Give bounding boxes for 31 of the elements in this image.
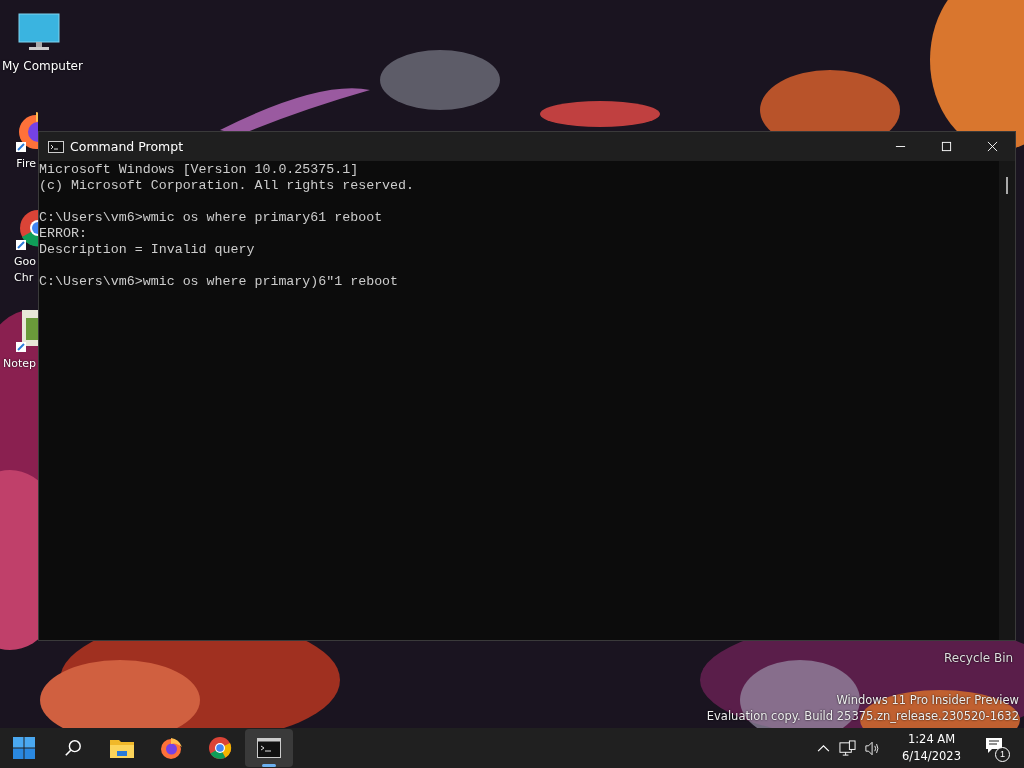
- chrome-icon: [208, 736, 232, 760]
- desktop-icon-label: Recycle Bin: [944, 651, 1014, 665]
- firefox-icon: [159, 736, 183, 760]
- network-icon[interactable]: [839, 739, 857, 757]
- notification-button[interactable]: 1: [982, 734, 1010, 762]
- console-line: ERROR:: [39, 226, 88, 242]
- close-icon: [986, 141, 998, 152]
- folder-icon: [109, 737, 135, 759]
- message-icon: [984, 736, 1004, 755]
- taskbar-app[interactable]: [245, 729, 293, 767]
- desktop-icon-label: Notep: [2, 356, 36, 372]
- desktop-icon-label: My Computer: [2, 58, 83, 74]
- console-line: Description = Invalid query: [39, 242, 256, 258]
- desktop-icon-label: Fire: [16, 156, 36, 172]
- windows-logo-icon: [13, 737, 35, 759]
- window-title: Command Prompt: [70, 139, 184, 154]
- console-line: C:\Users\vm6>wmic os where primary)6"1 reboot: [39, 274, 400, 290]
- console-line: Microsoft Windows [Version 10.0.25375.1]: [39, 162, 360, 178]
- edition-notice: Evaluation copy. Build 25375.zn_release.230520-1632: [706, 708, 1019, 724]
- console-line: C:\Users\vm6>wmic os where primary61 reboot: [39, 210, 384, 226]
- maximize-icon: [940, 141, 952, 152]
- console-icon: [48, 140, 64, 153]
- search-icon: [64, 739, 82, 757]
- console-line: (c) Microsoft Corporation. All rights reserved.: [39, 178, 416, 194]
- console-icon: [257, 738, 281, 758]
- edition-notice: Windows 11 Pro Insider Preview: [836, 692, 1019, 708]
- scrollbar[interactable]: [999, 161, 1015, 640]
- chevron-up-icon[interactable]: [817, 743, 831, 753]
- speaker-icon[interactable]: [865, 740, 882, 756]
- clock[interactable]: 1:24 AM 6/14/2023: [890, 731, 973, 765]
- desktop-icon-label: Goo Chr: [14, 254, 36, 286]
